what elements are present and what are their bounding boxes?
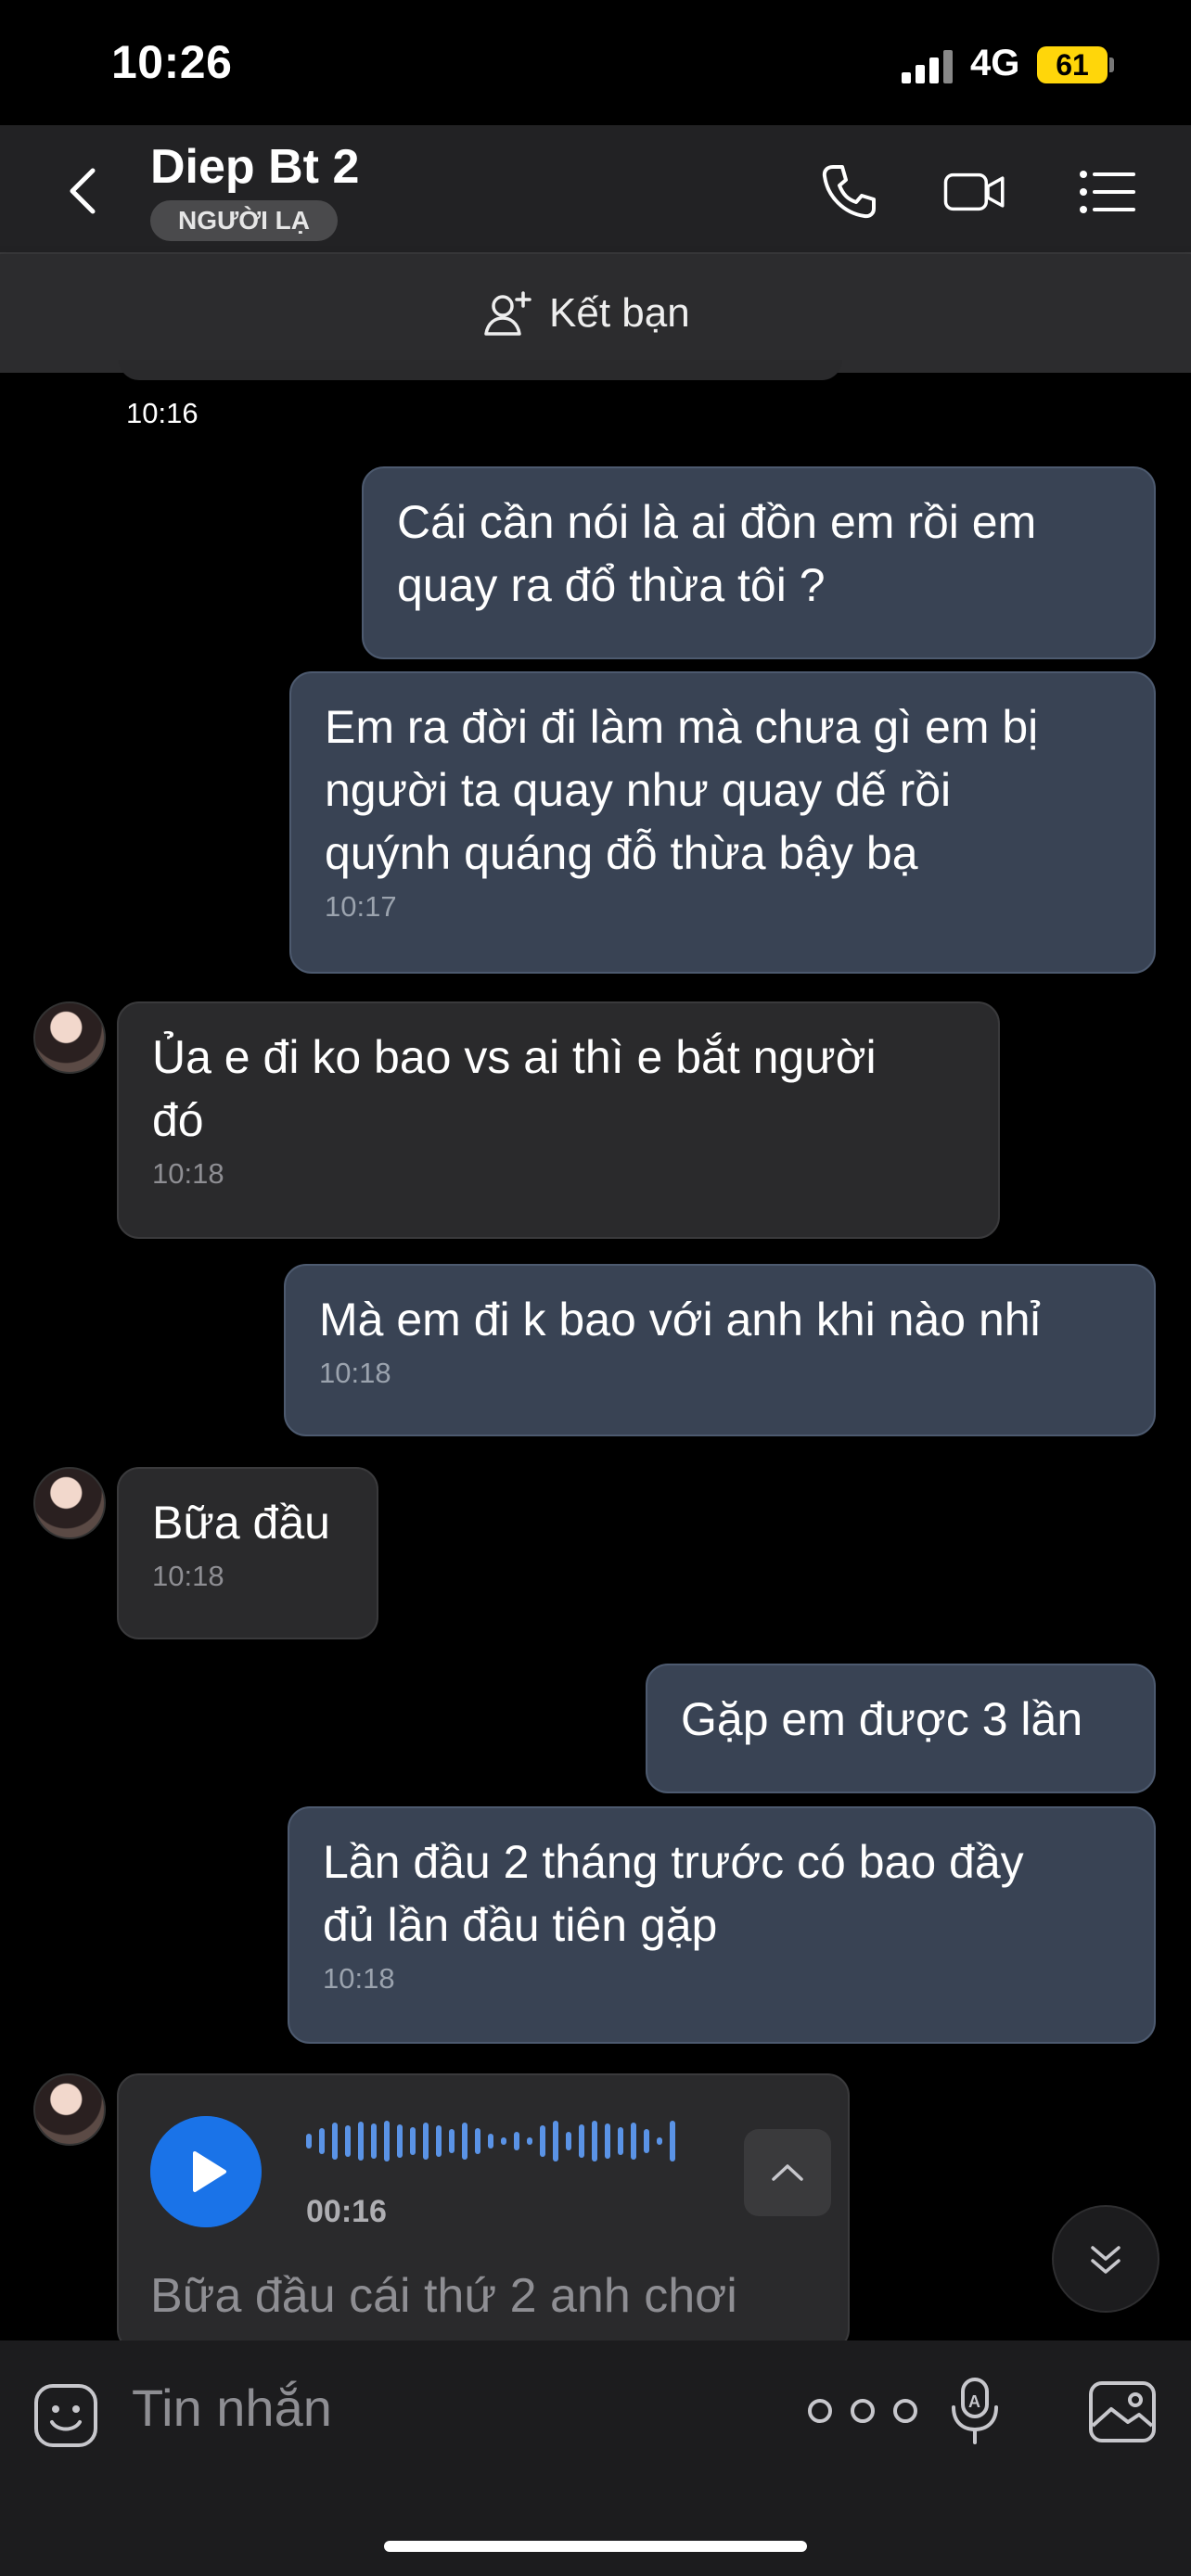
- contact-avatar[interactable]: [33, 1467, 106, 1539]
- status-time: 10:26: [111, 36, 233, 88]
- home-indicator: [384, 2541, 807, 2552]
- sticker-icon[interactable]: [32, 2381, 100, 2450]
- voice-transcript: Bữa đầu cái thứ 2 anh chơi: [150, 2269, 737, 2323]
- add-friend-label: Kết bạn: [549, 290, 690, 336]
- image-gallery-icon[interactable]: [1087, 2379, 1158, 2444]
- back-icon[interactable]: [56, 163, 111, 219]
- menu-icon[interactable]: [1076, 159, 1141, 224]
- message-time: 10:18: [152, 1560, 224, 1592]
- add-friend-button[interactable]: Kết bạn: [482, 286, 690, 341]
- previous-message-bubble[interactable]: [119, 360, 842, 380]
- message-time: 10:18: [152, 1157, 224, 1190]
- message-text: Em ra đời đi làm mà chưa gì em bị người …: [325, 701, 1039, 879]
- network-type: 4G: [970, 43, 1020, 83]
- video-call-icon[interactable]: [942, 159, 1007, 224]
- svg-text:A: A: [968, 2392, 980, 2411]
- message-time: 10:18: [323, 1962, 395, 1995]
- voice-to-text-icon[interactable]: A: [948, 2376, 1004, 2446]
- phone-icon[interactable]: [816, 159, 881, 224]
- message-text: Cái cần nói là ai đồn em rồi em quay ra …: [397, 496, 1037, 611]
- message-text: Ủa e đi ko bao vs ai thì e bắt người đó: [152, 1031, 877, 1146]
- contact-avatar[interactable]: [33, 2073, 106, 2146]
- message-text: Bữa đầu: [152, 1497, 330, 1549]
- outgoing-message[interactable]: Lần đầu 2 tháng trước có bao đầy đủ lần …: [288, 1806, 1156, 2044]
- message-text: Lần đầu 2 tháng trước có bao đầy đủ lần …: [323, 1836, 1024, 1951]
- message-time: 10:16: [126, 397, 198, 429]
- chevron-up-icon: [772, 2164, 803, 2181]
- signal-icon: [902, 50, 954, 83]
- waveform: [306, 2120, 675, 2162]
- incoming-message[interactable]: Ủa e đi ko bao vs ai thì e bắt người đó …: [117, 1001, 1000, 1239]
- play-icon[interactable]: [150, 2116, 262, 2227]
- battery-icon: 61: [1037, 46, 1108, 83]
- message-time: 10:18: [319, 1357, 391, 1389]
- more-options-icon[interactable]: [801, 2392, 924, 2429]
- message-time: 10:17: [325, 890, 397, 923]
- outgoing-message[interactable]: Cái cần nói là ai đồn em rồi em quay ra …: [362, 466, 1156, 659]
- stranger-badge: NGƯỜI LẠ: [150, 200, 338, 241]
- contact-name[interactable]: Diep Bt 2: [150, 139, 359, 195]
- incoming-message[interactable]: Bữa đầu 10:18: [117, 1467, 378, 1639]
- outgoing-message[interactable]: Mà em đi k bao với anh khi nào nhỉ 10:18: [284, 1264, 1156, 1436]
- message-text: Gặp em được 3 lần: [681, 1693, 1083, 1745]
- outgoing-message[interactable]: Gặp em được 3 lần: [646, 1664, 1156, 1793]
- collapse-transcript-button[interactable]: [744, 2129, 831, 2216]
- scroll-to-bottom-button[interactable]: [1052, 2205, 1159, 2313]
- add-friend-icon: [484, 291, 531, 336]
- double-chevron-down-icon: [1091, 2246, 1121, 2274]
- battery-tip: [1109, 57, 1114, 72]
- message-text: Mà em đi k bao với anh khi nào nhỉ: [319, 1294, 1041, 1345]
- outgoing-message[interactable]: Em ra đời đi làm mà chưa gì em bị người …: [289, 671, 1156, 974]
- contact-avatar[interactable]: [33, 1001, 106, 1074]
- voice-duration: 00:16: [306, 2194, 387, 2229]
- message-input[interactable]: Tin nhắn: [132, 2378, 332, 2438]
